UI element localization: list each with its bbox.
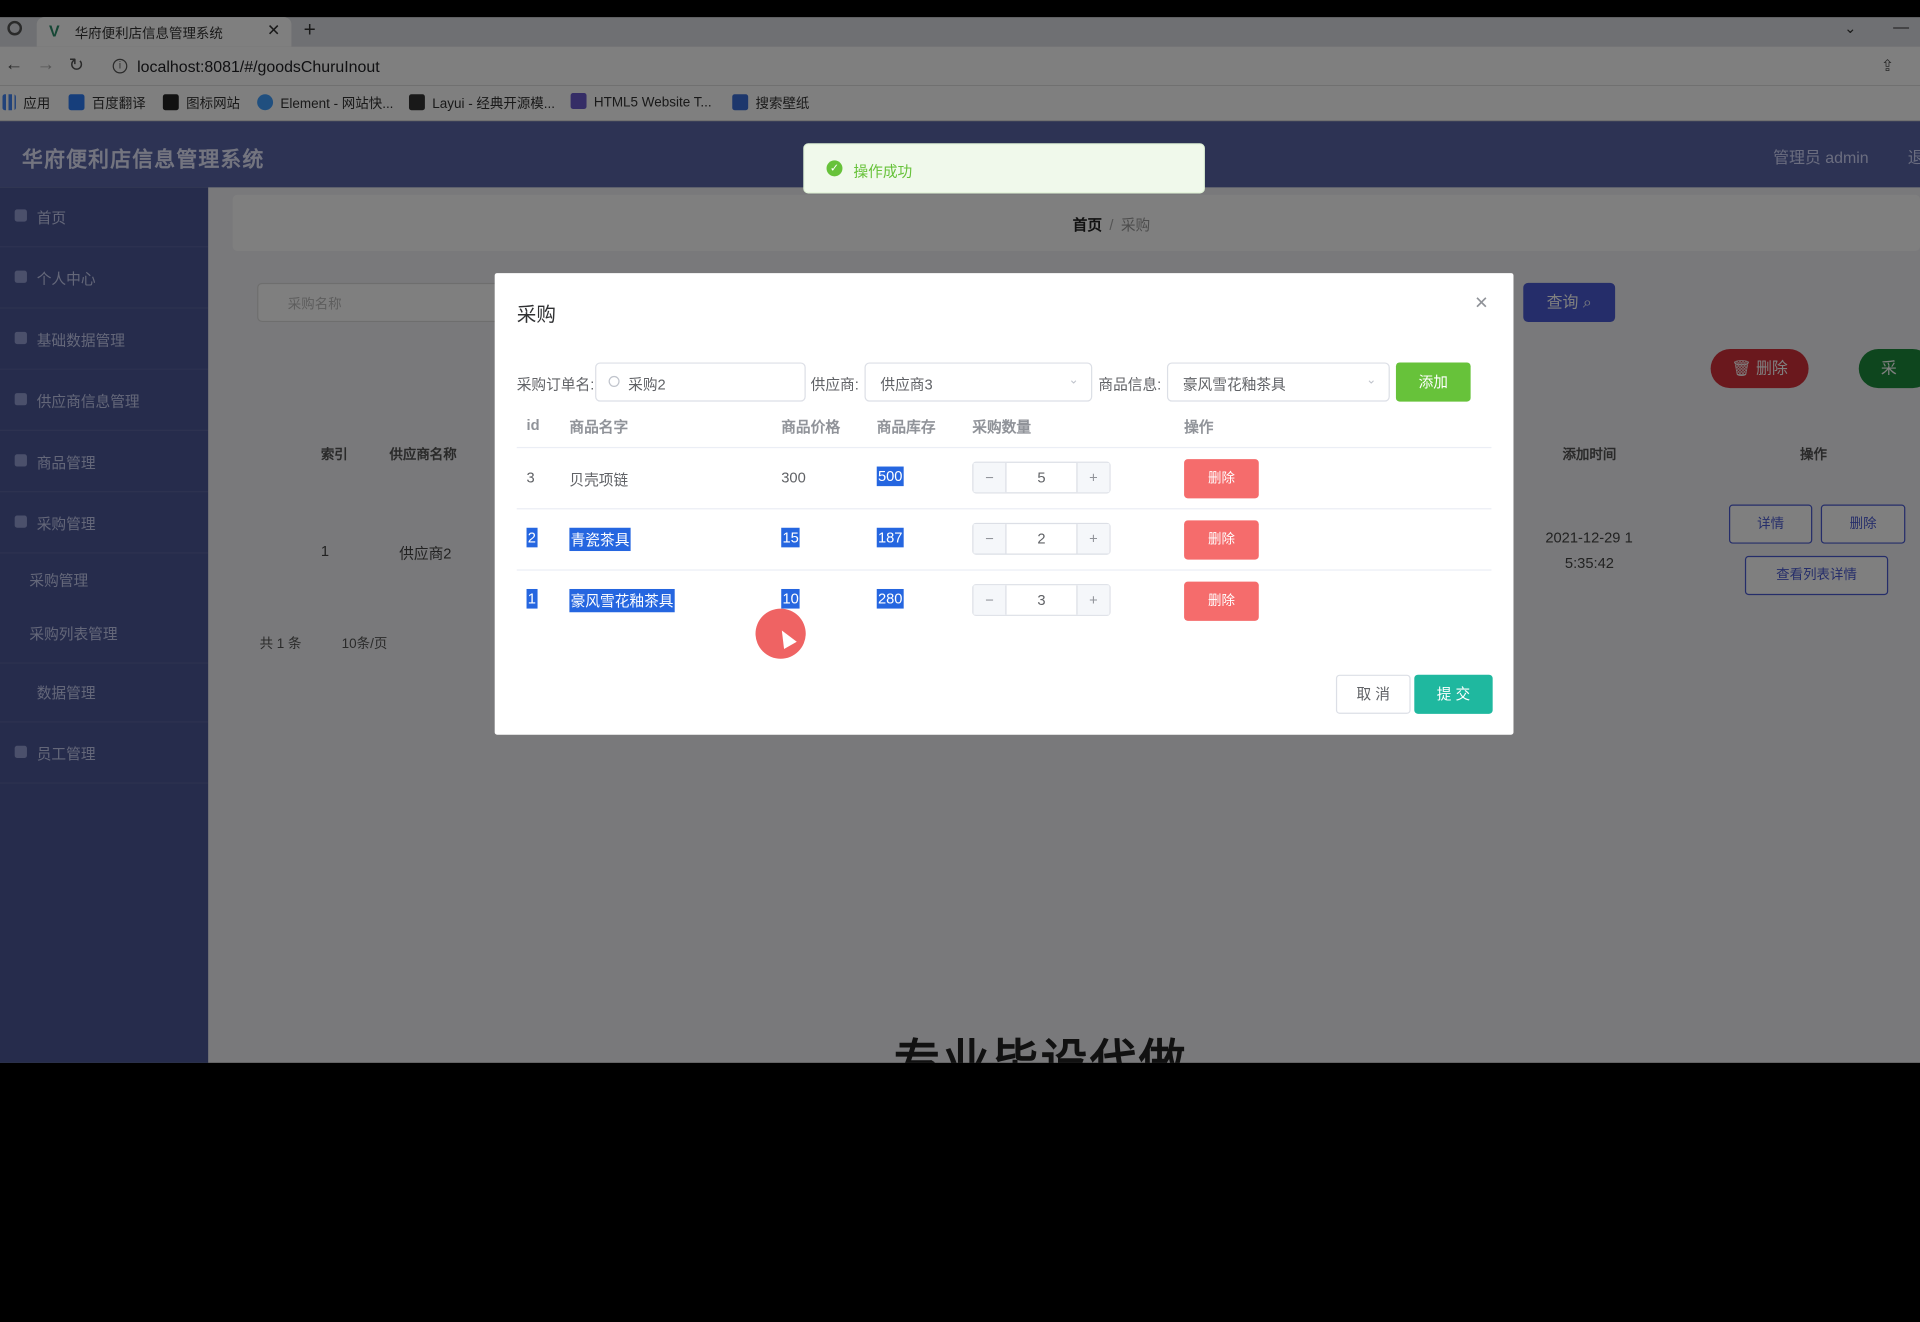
row3-delete-button[interactable]: 删除 <box>1184 581 1259 621</box>
video-subtitle: 专业毕设代做 <box>893 1037 1188 1063</box>
row3-name: 豪风雪花釉茶具 <box>569 588 675 613</box>
bottom-black-bar <box>0 1062 1920 1081</box>
header-stock: 商品库存 <box>876 418 936 436</box>
header-name: 商品名字 <box>569 418 629 436</box>
header-qty: 采购数量 <box>972 418 1032 436</box>
cancel-label: 取 消 <box>1356 685 1391 703</box>
supplier-select[interactable]: 供应商3 ⌄ <box>864 362 1093 402</box>
row2-stock: 187 <box>876 527 904 548</box>
row1-qty[interactable]: 5 <box>1005 469 1077 486</box>
toast-text: 操作成功 <box>853 162 913 181</box>
order-name-value: 采购2 <box>628 375 666 394</box>
header-id: id <box>526 416 540 434</box>
plus-icon[interactable]: + <box>1076 585 1110 615</box>
add-goods-label: 添加 <box>1418 373 1448 391</box>
submit-label: 提 交 <box>1436 685 1471 703</box>
delete-label: 删除 <box>1207 471 1235 487</box>
success-toast: ✓ 操作成功 <box>803 143 1205 194</box>
delete-label: 删除 <box>1207 532 1235 548</box>
minus-icon[interactable]: − <box>973 585 1007 615</box>
row1-qty-stepper[interactable]: − 5 + <box>972 461 1111 494</box>
cancel-button[interactable]: 取 消 <box>1335 674 1411 714</box>
row1-id: 3 <box>526 468 535 487</box>
row2-qty[interactable]: 2 <box>1005 530 1077 547</box>
goods-label: 商品信息: <box>1098 375 1162 394</box>
row2-id: 2 <box>526 527 538 548</box>
search-icon <box>608 375 620 387</box>
divider <box>516 446 1492 449</box>
divider <box>516 569 1492 571</box>
row3-qty[interactable]: 3 <box>1005 591 1077 608</box>
row1-delete-button[interactable]: 删除 <box>1184 459 1259 499</box>
close-icon[interactable]: ✕ <box>1474 293 1488 314</box>
goods-value: 豪风雪花釉茶具 <box>1182 375 1286 394</box>
add-goods-button[interactable]: 添加 <box>1395 362 1471 402</box>
minus-icon[interactable]: − <box>973 462 1007 493</box>
screen: V 华府便利店信息管理系统 ✕ + ⌄ — ← → ↻ i localhost:… <box>0 0 1920 1322</box>
row1-name: 贝壳项链 <box>569 471 629 489</box>
header-action: 操作 <box>1184 418 1214 436</box>
purchase-dialog: 采购 ✕ 采购订单名: 采购2 供应商: 供应商3 ⌄ 商品信息: 豪风雪花釉茶… <box>494 273 1514 735</box>
row2-qty-stepper[interactable]: − 2 + <box>972 522 1111 555</box>
supplier-value: 供应商3 <box>880 375 933 394</box>
divider <box>516 508 1492 510</box>
row2-name: 青瓷茶具 <box>569 527 631 552</box>
goods-select[interactable]: 豪风雪花釉茶具 ⌄ <box>1166 362 1390 402</box>
delete-label: 删除 <box>1207 593 1235 609</box>
order-name-label: 采购订单名: <box>516 375 595 394</box>
row1-stock: 500 <box>876 466 904 487</box>
row2-delete-button[interactable]: 删除 <box>1184 520 1259 560</box>
row3-price: 10 <box>781 588 801 609</box>
row3-id: 1 <box>526 588 538 609</box>
chevron-down-icon: ⌄ <box>1068 373 1079 387</box>
dialog-title: 采购 <box>516 304 556 326</box>
supplier-label: 供应商: <box>810 375 859 394</box>
row2-price: 15 <box>781 527 801 548</box>
header-price: 商品价格 <box>781 418 841 436</box>
minus-icon[interactable]: − <box>973 524 1007 554</box>
plus-icon[interactable]: + <box>1076 524 1110 554</box>
order-name-input[interactable]: 采购2 <box>595 362 806 402</box>
submit-button[interactable]: 提 交 <box>1414 674 1493 714</box>
check-circle-icon: ✓ <box>826 160 843 177</box>
row3-qty-stepper[interactable]: − 3 + <box>972 584 1111 616</box>
plus-icon[interactable]: + <box>1076 462 1110 493</box>
chevron-down-icon: ⌄ <box>1366 373 1377 387</box>
row3-stock: 280 <box>876 588 904 609</box>
row1-price: 300 <box>781 468 806 487</box>
